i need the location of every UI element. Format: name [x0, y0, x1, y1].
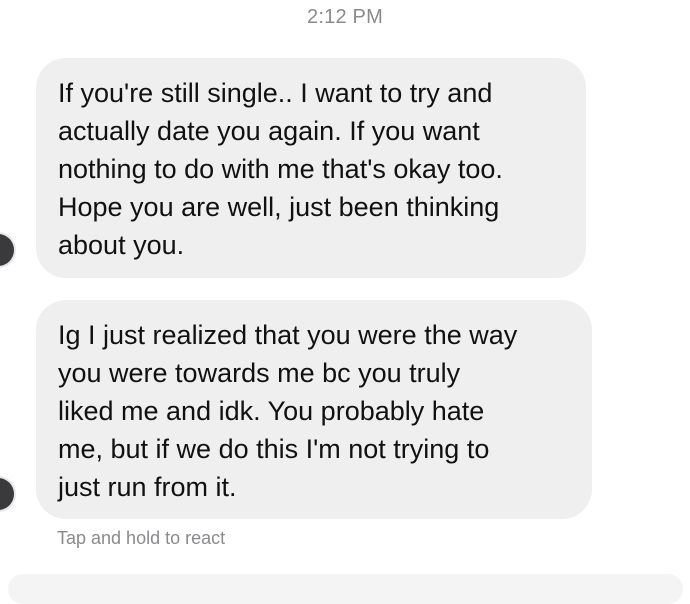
message-composer[interactable] — [8, 574, 683, 604]
sender-avatar[interactable] — [0, 234, 14, 266]
react-hint: Tap and hold to react — [57, 528, 226, 548]
received-message-bubble[interactable]: If you're still single.. I want to try a… — [36, 58, 586, 278]
message-timestamp: 2:12 PM — [307, 6, 383, 28]
received-message-bubble[interactable]: Ig I just realized that you were the way… — [36, 300, 592, 519]
sender-avatar[interactable] — [0, 478, 14, 510]
